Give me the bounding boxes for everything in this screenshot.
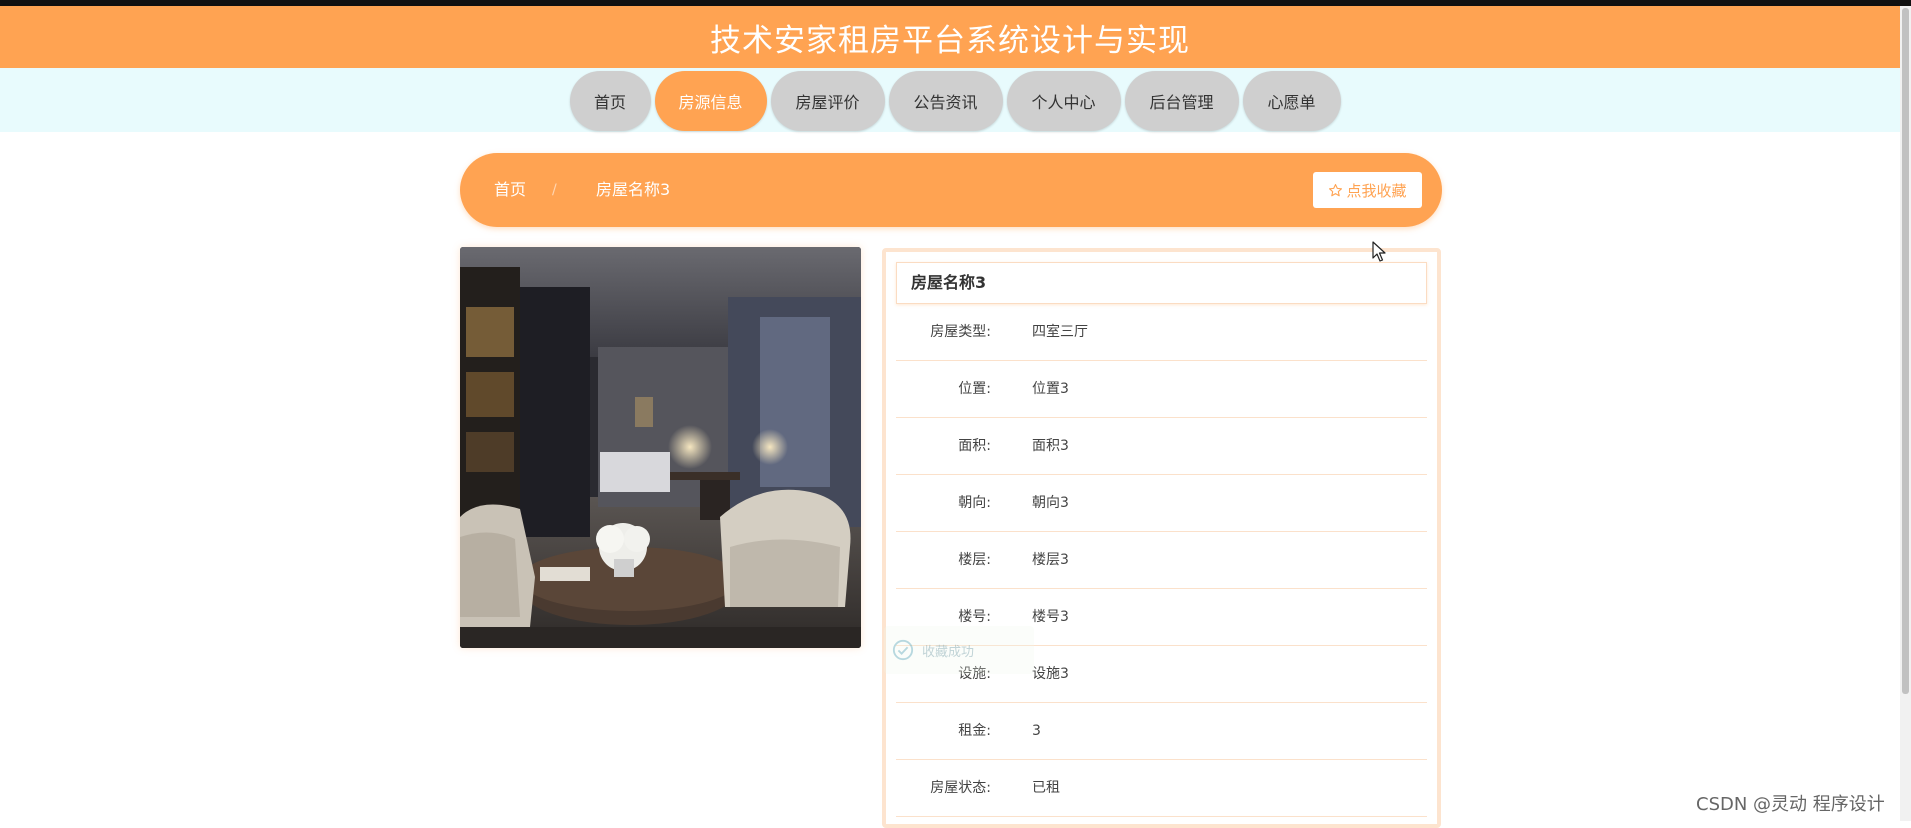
detail-row-status: 房屋状态: 已租 [896, 760, 1427, 817]
nav-item-news[interactable]: 公告资讯 [888, 71, 1003, 131]
detail-row-type: 房屋类型: 四室三厅 [896, 304, 1427, 361]
house-title: 房屋名称3 [896, 262, 1427, 304]
house-photo [460, 247, 861, 648]
scrollbar-thumb[interactable] [1902, 8, 1909, 694]
success-toast: 收藏成功 [884, 626, 1034, 674]
mouse-cursor-icon [1372, 241, 1386, 262]
detail-row-area: 面积: 面积3 [896, 418, 1427, 475]
nav-item-wishlist[interactable]: 心愿单 [1242, 71, 1341, 131]
detail-value: 朝向3 [1032, 495, 1069, 511]
detail-label: 租金: [958, 723, 991, 739]
house-photo-image [460, 247, 861, 648]
detail-value: 面积3 [1032, 438, 1069, 454]
detail-value: 已租 [1032, 780, 1060, 796]
nav-item-listings[interactable]: 房源信息 [654, 71, 767, 131]
favorite-button-label: 点我收藏 [1346, 181, 1407, 200]
detail-value: 楼号3 [1032, 609, 1069, 625]
nav-item-home[interactable]: 首页 [569, 71, 651, 131]
breadcrumb-separator: / [552, 182, 557, 198]
watermark: CSDN @灵动 程序设计 [1696, 794, 1885, 815]
nav-item-profile[interactable]: 个人中心 [1006, 71, 1121, 131]
site-title: 技术安家租房平台系统设计与实现 [710, 22, 1190, 59]
detail-row-orientation: 朝向: 朝向3 [896, 475, 1427, 532]
detail-value: 四室三厅 [1032, 324, 1088, 340]
detail-label: 面积: [958, 438, 991, 454]
success-icon [892, 639, 914, 661]
site-header: 技术安家租房平台系统设计与实现 [0, 6, 1900, 68]
detail-label: 朝向: [958, 495, 991, 511]
detail-row-floor: 楼层: 楼层3 [896, 532, 1427, 589]
detail-value: 设施3 [1032, 666, 1069, 682]
breadcrumb-current: 房屋名称3 [596, 180, 671, 199]
detail-label: 位置: [958, 381, 991, 397]
detail-label: 房屋类型: [930, 324, 991, 340]
detail-label: 楼层: [958, 552, 991, 568]
nav-item-admin[interactable]: 后台管理 [1124, 71, 1239, 131]
detail-row-location: 位置: 位置3 [896, 361, 1427, 418]
detail-value: 3 [1032, 723, 1041, 739]
page-scrollbar[interactable] [1900, 6, 1911, 821]
detail-row-rent: 租金: 3 [896, 703, 1427, 760]
detail-value: 楼层3 [1032, 552, 1069, 568]
toast-text: 收藏成功 [922, 644, 975, 660]
breadcrumb-home[interactable]: 首页 [494, 153, 526, 227]
detail-label: 房屋状态: [930, 780, 991, 796]
favorite-button[interactable]: 点我收藏 [1313, 172, 1422, 208]
main-nav: 首页 房源信息 房屋评价 公告资讯 个人中心 后台管理 心愿单 [0, 71, 1900, 131]
nav-item-reviews[interactable]: 房屋评价 [770, 71, 885, 131]
star-outline-icon [1329, 183, 1343, 196]
breadcrumb: 首页 / 房屋名称3 [460, 153, 1442, 227]
detail-value: 位置3 [1032, 381, 1069, 397]
